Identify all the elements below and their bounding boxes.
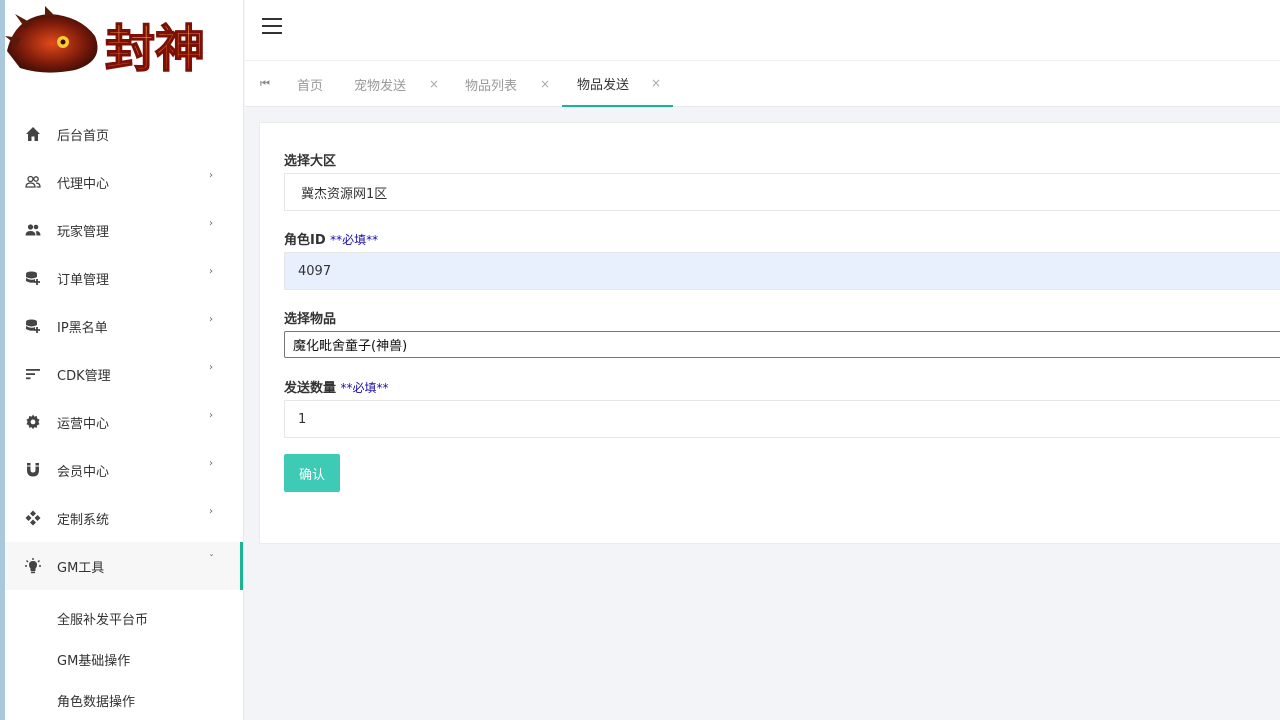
tab-close-icon[interactable]: × bbox=[651, 76, 661, 90]
gm-tools-submenu: 全服补发平台币 GM基础操作 角色数据操作 bbox=[5, 598, 243, 720]
chevron-right-icon: › bbox=[209, 314, 213, 325]
tab-label: 首页 bbox=[297, 78, 324, 94]
sidebar-item-label: GM工具 bbox=[57, 560, 105, 576]
home-icon bbox=[25, 126, 41, 142]
tab-close-icon[interactable]: × bbox=[540, 77, 550, 91]
sidebar-item[interactable]: 订单管理 › bbox=[5, 254, 243, 302]
sidebar-item[interactable]: 定制系统 › bbox=[5, 494, 243, 542]
chevron-right-icon: › bbox=[209, 266, 213, 277]
chevron-down-icon: ˇ bbox=[209, 554, 214, 565]
tab-bar: ⏮ 首页 宠物发送 × 物品列表 × 物品发送 × bbox=[245, 61, 1280, 107]
sidebar-item-label: CDK管理 bbox=[57, 368, 111, 384]
sort-icon bbox=[25, 366, 41, 382]
tab-close-icon[interactable]: × bbox=[429, 77, 439, 91]
role-id-input[interactable]: 4097 bbox=[284, 252, 1280, 290]
region-value: 冀杰资源网1区 bbox=[301, 186, 388, 202]
quantity-input[interactable]: 1 bbox=[284, 400, 1280, 438]
tab-item-list[interactable]: 物品列表 × bbox=[465, 61, 550, 107]
magnet-icon bbox=[25, 462, 41, 478]
database-plus-icon bbox=[25, 270, 41, 286]
sidebar-item-label: 代理中心 bbox=[57, 176, 110, 192]
required-note: **必填** bbox=[340, 381, 389, 395]
chevron-right-icon: › bbox=[209, 410, 213, 421]
gear-icon bbox=[25, 414, 41, 430]
sidebar-item-label: 运营中心 bbox=[57, 416, 110, 432]
sidebar-item-label: 会员中心 bbox=[57, 464, 110, 480]
role-id-label: 角色ID **必填** bbox=[284, 233, 379, 248]
quantity-value: 1 bbox=[298, 411, 307, 427]
submenu-item[interactable]: GM基础操作 bbox=[5, 639, 243, 680]
sidebar-item[interactable]: 后台首页 bbox=[5, 110, 243, 158]
sidebar-item-label: 定制系统 bbox=[57, 512, 110, 528]
sidebar-item[interactable]: GM工具 ˇ bbox=[5, 542, 243, 590]
tab-scroll-left-icon[interactable]: ⏮ bbox=[260, 77, 270, 91]
role-id-value: 4097 bbox=[298, 263, 332, 279]
chevron-right-icon: › bbox=[209, 362, 213, 373]
item-send-form: 选择大区 冀杰资源网1区 角色ID **必填** 4097 选择物品 魔化毗舍童… bbox=[259, 122, 1280, 544]
users-icon bbox=[25, 222, 41, 238]
region-label: 选择大区 bbox=[284, 154, 337, 169]
logo[interactable]: 封神 bbox=[5, 0, 243, 110]
sidebar: 封神 后台首页 代理中心 › 玩家管理 › 订单管理 › IP黑名单 › CDK管理 › 运营中心 › 会… bbox=[5, 0, 244, 720]
region-select[interactable]: 冀杰资源网1区 bbox=[284, 173, 1280, 211]
sidebar-item[interactable]: 会员中心 › bbox=[5, 446, 243, 494]
tab-label: 宠物发送 bbox=[354, 78, 407, 94]
svg-text:封神: 封神 bbox=[105, 19, 205, 78]
sidebar-item[interactable]: 代理中心 › bbox=[5, 158, 243, 206]
sidebar-item[interactable]: 玩家管理 › bbox=[5, 206, 243, 254]
tab-home[interactable]: 首页 bbox=[297, 61, 323, 107]
sidebar-item-label: 玩家管理 bbox=[57, 224, 110, 240]
item-select[interactable]: 魔化毗舍童子(神兽) bbox=[284, 331, 1280, 358]
chevron-right-icon: › bbox=[209, 218, 213, 229]
submenu-item[interactable]: 全服补发平台币 bbox=[5, 598, 243, 639]
sidebar-menu: 后台首页 代理中心 › 玩家管理 › 订单管理 › IP黑名单 › CDK管理 › 运营中心 › 会员中心… bbox=[5, 110, 243, 590]
chevron-right-icon: › bbox=[209, 458, 213, 469]
game-logo: 封神 bbox=[5, 6, 206, 79]
sidebar-item-label: IP黑名单 bbox=[57, 320, 108, 336]
sidebar-item[interactable]: CDK管理 › bbox=[5, 350, 243, 398]
sidebar-item[interactable]: 运营中心 › bbox=[5, 398, 243, 446]
database-plus-icon bbox=[25, 318, 41, 334]
users-outline-icon bbox=[25, 174, 41, 190]
sidebar-item-label: 订单管理 bbox=[57, 272, 110, 288]
bulb-icon bbox=[25, 558, 41, 574]
puzzle-icon bbox=[25, 510, 41, 526]
tab-label: 物品发送 bbox=[577, 77, 630, 93]
tab-label: 物品列表 bbox=[465, 78, 518, 94]
item-label: 选择物品 bbox=[284, 312, 337, 327]
submenu-item[interactable]: 角色数据操作 bbox=[5, 680, 243, 720]
quantity-label: 发送数量 **必填** bbox=[284, 381, 389, 396]
required-note: **必填** bbox=[330, 233, 379, 247]
confirm-button[interactable]: 确认 bbox=[284, 454, 340, 492]
chevron-right-icon: › bbox=[209, 506, 213, 517]
sidebar-item[interactable]: IP黑名单 › bbox=[5, 302, 243, 350]
top-bar bbox=[245, 0, 1280, 61]
tab-pet-send[interactable]: 宠物发送 × bbox=[354, 61, 439, 107]
chevron-right-icon: › bbox=[209, 170, 213, 181]
item-select-value: 魔化毗舍童子(神兽) bbox=[293, 339, 408, 354]
tab-item-send[interactable]: 物品发送 × bbox=[562, 61, 673, 107]
menu-toggle-icon[interactable] bbox=[262, 18, 282, 34]
sidebar-item-label: 后台首页 bbox=[57, 128, 110, 144]
